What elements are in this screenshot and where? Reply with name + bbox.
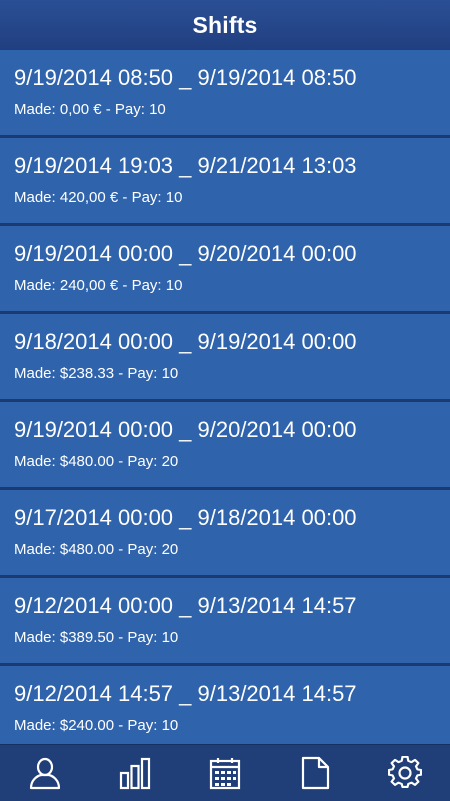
shift-row[interactable]: 9/12/2014 14:57 _ 9/13/2014 14:57 Made: … [0, 666, 450, 744]
shift-date-range: 9/19/2014 19:03 _ 9/21/2014 13:03 [14, 153, 357, 178]
shift-date-range: 9/19/2014 08:50 _ 9/19/2014 08:50 [14, 65, 357, 90]
calendar-icon [209, 758, 241, 790]
shift-earnings: Made: 0,00 € - Pay: 10 [14, 101, 166, 118]
gear-icon [388, 756, 422, 788]
document-icon [301, 756, 330, 790]
page-title: Shifts [192, 11, 258, 38]
shift-earnings: Made: $240.00 - Pay: 10 [14, 717, 179, 734]
shift-date-range: 9/12/2014 00:00 _ 9/13/2014 14:57 [14, 593, 357, 618]
shift-list[interactable]: 9/19/2014 08:50 _ 9/19/2014 08:50 Made: … [0, 50, 450, 744]
shift-earnings: Made: 240,00 € - Pay: 10 [14, 277, 183, 294]
shift-date-range: 9/17/2014 00:00 _ 9/18/2014 00:00 [14, 505, 357, 530]
shift-row[interactable]: 9/19/2014 00:00 _ 9/20/2014 00:00 Made: … [0, 226, 450, 314]
shift-row[interactable]: 9/17/2014 00:00 _ 9/18/2014 00:00 Made: … [0, 490, 450, 578]
app-header: Shifts [0, 0, 450, 51]
shift-date-range: 9/18/2014 00:00 _ 9/19/2014 00:00 [14, 329, 357, 354]
shift-row[interactable]: 9/18/2014 00:00 _ 9/19/2014 00:00 Made: … [0, 314, 450, 402]
nav-documents-button[interactable] [285, 745, 345, 801]
shift-earnings: Made: $480.00 - Pay: 20 [14, 453, 179, 470]
shift-earnings: Made: 420,00 € - Pay: 10 [14, 189, 183, 206]
shift-row[interactable]: 9/19/2014 08:50 _ 9/19/2014 08:50 Made: … [0, 50, 450, 138]
person-icon [29, 757, 61, 790]
shift-date-range: 9/12/2014 14:57 _ 9/13/2014 14:57 [14, 681, 357, 706]
shift-row[interactable]: 9/19/2014 00:00 _ 9/20/2014 00:00 Made: … [0, 402, 450, 490]
bar-chart-icon [119, 757, 151, 790]
bottom-nav-bar [0, 744, 450, 801]
shift-date-range: 9/19/2014 00:00 _ 9/20/2014 00:00 [14, 241, 357, 266]
shift-row[interactable]: 9/12/2014 00:00 _ 9/13/2014 14:57 Made: … [0, 578, 450, 666]
shift-earnings: Made: $389.50 - Pay: 10 [14, 629, 179, 646]
shift-earnings: Made: $238.33 - Pay: 10 [14, 365, 179, 382]
nav-settings-button[interactable] [375, 745, 435, 801]
shift-row[interactable]: 9/19/2014 19:03 _ 9/21/2014 13:03 Made: … [0, 138, 450, 226]
nav-profile-button[interactable] [15, 745, 75, 801]
shift-earnings: Made: $480.00 - Pay: 20 [14, 541, 179, 558]
nav-stats-button[interactable] [105, 745, 165, 801]
shift-date-range: 9/19/2014 00:00 _ 9/20/2014 00:00 [14, 417, 357, 442]
nav-calendar-button[interactable] [195, 745, 255, 801]
